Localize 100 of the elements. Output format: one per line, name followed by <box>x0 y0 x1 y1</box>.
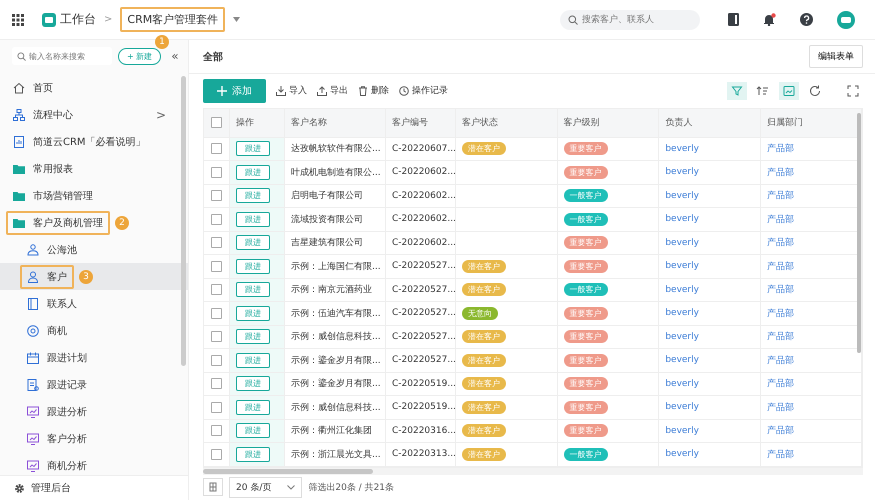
owner-link[interactable]: beverly <box>658 442 760 466</box>
follow-up-button[interactable]: 跟进 <box>236 212 270 227</box>
toolbar-action[interactable]: 导出 <box>317 84 348 98</box>
owner-link[interactable]: beverly <box>658 278 760 302</box>
select-all-checkbox[interactable] <box>211 117 222 128</box>
owner-link[interactable]: beverly <box>658 160 760 184</box>
follow-up-button[interactable]: 跟进 <box>236 400 270 415</box>
filter-icon[interactable] <box>727 82 747 100</box>
department-link[interactable]: 产品部 <box>760 372 862 396</box>
department-link[interactable]: 产品部 <box>760 419 862 443</box>
follow-up-button[interactable]: 跟进 <box>236 352 270 368</box>
sidebar-item[interactable]: 商机分析 <box>20 454 94 475</box>
follow-up-button[interactable]: 跟进 <box>236 164 270 180</box>
owner-link[interactable]: beverly <box>658 325 760 349</box>
sidebar-item[interactable]: 客户及商机管理 <box>6 210 110 234</box>
avatar-icon[interactable] <box>837 10 855 28</box>
notification-bell-icon[interactable] <box>763 13 776 26</box>
row-checkbox[interactable] <box>211 402 222 413</box>
follow-up-button[interactable]: 跟进 <box>236 141 270 156</box>
row-checkbox[interactable] <box>211 143 222 154</box>
row-checkbox[interactable] <box>211 308 222 319</box>
upload-icon <box>317 86 327 96</box>
column-header[interactable]: 客户级别 <box>557 108 659 138</box>
new-button[interactable]: + 新建 <box>118 48 162 64</box>
sidebar-item[interactable]: 联系人 <box>20 292 84 316</box>
owner-link[interactable]: beverly <box>658 137 760 161</box>
follow-up-button[interactable]: 跟进 <box>236 446 270 462</box>
card-view-icon[interactable] <box>779 82 799 100</box>
toolbar-action[interactable]: 导入 <box>276 84 307 98</box>
column-header[interactable]: 客户名称 <box>284 108 386 138</box>
row-checkbox[interactable] <box>211 214 222 225</box>
column-header[interactable]: 客户编号 <box>386 108 456 138</box>
row-checkbox[interactable] <box>211 425 222 436</box>
sidebar-item[interactable]: 市场营销管理 <box>6 184 100 208</box>
owner-link[interactable]: beverly <box>658 419 760 443</box>
row-checkbox[interactable] <box>211 331 222 342</box>
table-cell: 示例：鎏金岁月有限... <box>284 372 386 396</box>
table-cell: 叶成机电制造有限公... <box>284 160 386 184</box>
follow-up-button[interactable]: 跟进 <box>236 235 270 250</box>
follow-up-button[interactable]: 跟进 <box>236 282 270 298</box>
search-field[interactable]: 搜索客户、联系人 <box>560 10 700 30</box>
expand-arrow[interactable]: > <box>156 108 166 122</box>
department-link[interactable]: 产品部 <box>760 442 862 466</box>
follow-up-button[interactable]: 跟进 <box>236 188 270 204</box>
department-link[interactable]: 产品部 <box>760 396 862 420</box>
column-header[interactable]: 操作 <box>230 108 284 138</box>
toolbar-action[interactable]: 删除 <box>358 84 389 98</box>
owner-link[interactable]: beverly <box>658 396 760 420</box>
toolbar-action[interactable]: 操作记录 <box>399 84 448 98</box>
table-cell: 流域投资有限公司 <box>284 208 386 232</box>
sidebar-item[interactable]: 简道云CRM「必看说明」 <box>6 130 153 154</box>
sidebar-item[interactable]: 流程中心 <box>6 102 80 126</box>
follow-up-button[interactable]: 跟进 <box>236 329 270 344</box>
owner-link[interactable]: beverly <box>658 302 760 326</box>
sidebar-item[interactable]: 跟进计划 <box>20 346 94 370</box>
caret-icon[interactable] <box>233 17 240 22</box>
owner-link[interactable]: beverly <box>658 254 760 278</box>
collapse-sidebar-button[interactable]: « <box>171 49 179 63</box>
follow-up-button[interactable]: 跟进 <box>236 423 270 438</box>
column-header[interactable]: 负责人 <box>658 108 760 138</box>
row-checkbox[interactable] <box>211 237 222 248</box>
add-button[interactable]: 添加 <box>203 78 266 103</box>
apps-grid-icon[interactable] <box>12 14 24 26</box>
monitor-chart-icon <box>27 406 39 418</box>
sidebar-item[interactable]: 跟进分析 <box>20 400 94 424</box>
breadcrumb-separator: > <box>104 14 112 25</box>
row-checkbox[interactable] <box>211 448 222 460</box>
row-checkbox[interactable] <box>211 260 222 272</box>
row-checkbox[interactable] <box>211 190 222 202</box>
follow-up-button[interactable]: 跟进 <box>236 258 270 274</box>
follow-up-button[interactable]: 跟进 <box>236 376 270 392</box>
sidebar-item[interactable]: 跟进记录 <box>20 372 94 396</box>
column-header[interactable]: 归属部门 <box>760 108 862 138</box>
level-tag: 一般客户 <box>564 212 608 226</box>
sidebar-item[interactable]: 客户分析 <box>20 426 94 450</box>
sidebar-item[interactable]: 首页 <box>6 76 60 100</box>
sidebar-item[interactable]: 商机 <box>20 318 74 342</box>
follow-up-button[interactable]: 跟进 <box>236 306 270 321</box>
sidebar-item[interactable]: 常用报表 <box>6 156 80 180</box>
row-checkbox[interactable] <box>211 166 222 178</box>
owner-link[interactable]: beverly <box>658 208 760 232</box>
column-header[interactable]: 客户状态 <box>456 108 558 138</box>
owner-link[interactable]: beverly <box>658 231 760 255</box>
layout-icon[interactable] <box>203 478 223 496</box>
row-checkbox[interactable] <box>211 284 222 296</box>
app-title[interactable]: CRM客户管理套件 <box>120 7 226 32</box>
help-icon[interactable] <box>800 13 813 26</box>
edit-form-button[interactable]: 编辑表单 <box>809 45 863 68</box>
workspace-link[interactable]: 工作台 <box>60 11 96 28</box>
sidebar-item[interactable]: 公海池 <box>20 238 84 262</box>
row-checkbox[interactable] <box>211 354 222 366</box>
sidebar-item[interactable]: 客户 <box>20 264 74 288</box>
owner-link[interactable]: beverly <box>658 184 760 208</box>
row-checkbox[interactable] <box>211 378 222 390</box>
menu-search-field[interactable]: 输入名称来搜索 <box>12 47 112 65</box>
page-size-select[interactable]: 20 条/页 <box>229 476 302 498</box>
owner-link[interactable]: beverly <box>658 372 760 396</box>
owner-link[interactable]: beverly <box>658 348 760 372</box>
admin-link[interactable]: 管理后台 <box>31 481 71 495</box>
book-icon[interactable] <box>728 13 739 26</box>
